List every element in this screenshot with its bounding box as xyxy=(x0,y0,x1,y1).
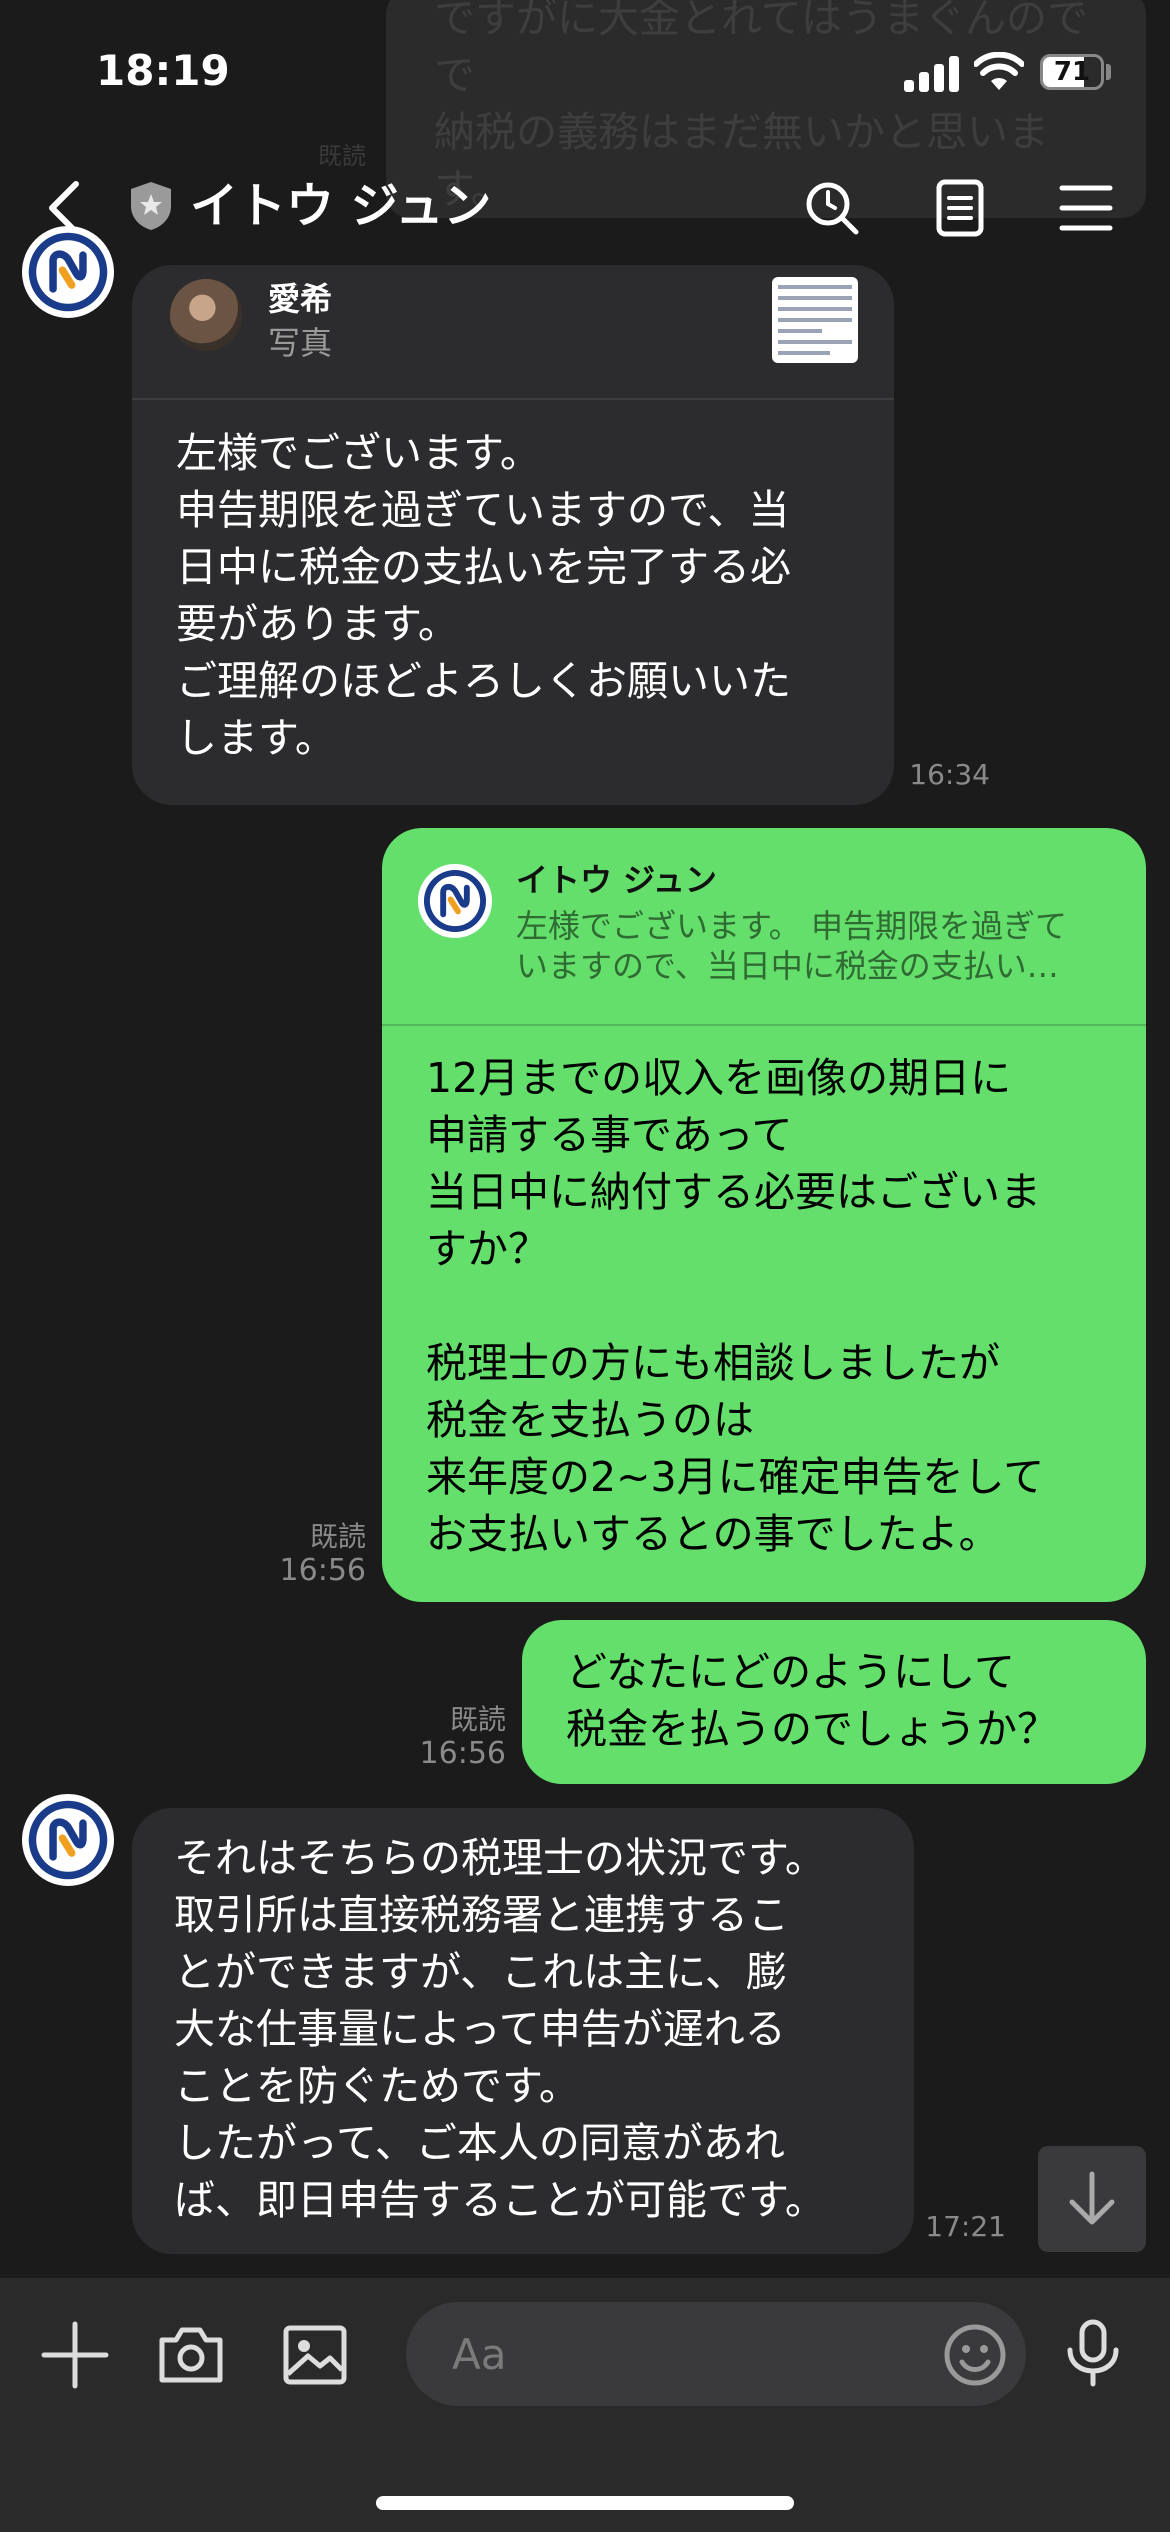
quote-name: イトウ ジュン xyxy=(516,861,717,899)
sender-avatar[interactable] xyxy=(22,226,114,318)
chat-title[interactable]: イトウ ジュン xyxy=(190,176,491,236)
message-read-status: 既読 16:56 xyxy=(270,1520,366,1588)
message-time: 16:56 xyxy=(279,1553,366,1588)
cellular-signal-icon xyxy=(904,56,960,92)
battery-level: 71 xyxy=(1053,57,1091,87)
message-text: 左様でございます。 申告期限を過ぎていますので、当 日中に税金の支払いを完了する… xyxy=(176,429,791,762)
plus-icon[interactable] xyxy=(40,2320,110,2390)
menu-icon[interactable] xyxy=(1056,178,1116,238)
quote-photo-thumbnail xyxy=(772,277,858,363)
reply-quote[interactable]: 愛希 写真 xyxy=(132,265,894,400)
chat-header: イトウ ジュン xyxy=(0,150,1170,265)
message-bubble-outgoing[interactable]: どなたにどのようにして 税金を払うのでしょうか？ xyxy=(522,1620,1146,1784)
arrow-down-icon xyxy=(1069,2171,1115,2225)
sender-avatar[interactable] xyxy=(22,1794,114,1886)
message-text: それはそちらの税理士の状況です。 取引所は直接税務署と連携するこ とができますが… xyxy=(174,1834,826,2224)
scroll-to-bottom-button[interactable] xyxy=(1038,2146,1146,2252)
status-time: 18:19 xyxy=(96,46,230,95)
battery-tip xyxy=(1106,64,1111,80)
verified-shield-icon xyxy=(131,182,171,230)
message-bubble-incoming[interactable]: それはそちらの税理士の状況です。 取引所は直接税務署と連携するこ とができますが… xyxy=(132,1808,914,2254)
read-label: 既読 xyxy=(449,1703,506,1736)
camera-icon[interactable] xyxy=(156,2320,226,2390)
read-label: 既読 xyxy=(309,1520,366,1553)
quote-subtitle: 写真 xyxy=(268,324,333,362)
status-bar: 18:19 71 xyxy=(0,0,1170,150)
reply-quote[interactable]: イトウ ジュン 左様でございます。 申告期限を過ぎて いますので、当日中に税金の… xyxy=(382,828,1146,1026)
image-gallery-icon[interactable] xyxy=(280,2320,350,2390)
message-input-bar xyxy=(0,2278,1170,2532)
microphone-icon[interactable] xyxy=(1058,2318,1128,2388)
message-time: 16:34 xyxy=(909,758,990,791)
message-time: 17:21 xyxy=(925,2210,1006,2243)
quote-avatar xyxy=(170,279,242,351)
message-text: どなたにどのようにして 税金を払うのでしょうか？ xyxy=(566,1648,1058,1753)
quote-avatar xyxy=(418,864,492,938)
message-read-status: 既読 16:56 xyxy=(410,1703,506,1771)
message-input[interactable] xyxy=(406,2302,1026,2406)
home-indicator xyxy=(376,2496,794,2510)
message-text: 12月までの収入を画像の期日に 申請する事であって 当日中に納付する必要はござい… xyxy=(426,1054,1045,1558)
message-bubble-incoming[interactable]: 愛希 写真 左様でございます。 申告期限を過ぎていますので、当 日中に税金の支払… xyxy=(132,265,894,805)
battery-icon: 71 xyxy=(1040,54,1104,90)
search-icon[interactable] xyxy=(802,178,862,238)
message-bubble-outgoing[interactable]: イトウ ジュン 左様でございます。 申告期限を過ぎて いますので、当日中に税金の… xyxy=(382,828,1146,1602)
quote-subtitle: 左様でございます。 申告期限を過ぎて いますので、当日中に税金の支払い… xyxy=(516,907,1067,985)
notes-icon[interactable] xyxy=(930,178,990,238)
quote-name: 愛希 xyxy=(268,280,333,318)
message-time: 16:56 xyxy=(419,1736,506,1771)
wifi-icon xyxy=(974,52,1024,90)
emoji-icon[interactable] xyxy=(940,2320,1010,2390)
